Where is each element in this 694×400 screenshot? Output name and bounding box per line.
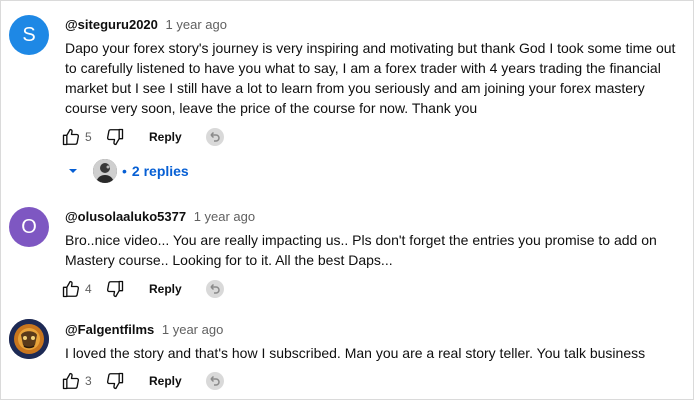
- reply-button[interactable]: Reply: [149, 130, 182, 144]
- timestamp[interactable]: 1 year ago: [166, 17, 227, 32]
- comment-actions: 4 Reply: [57, 277, 224, 301]
- reply-button[interactable]: Reply: [149, 282, 182, 296]
- comment-text: Dapo your forex story's journey is very …: [65, 40, 676, 116]
- thumbs-up-icon: [62, 372, 80, 390]
- reply-button[interactable]: Reply: [149, 374, 182, 388]
- replies-count[interactable]: 2 replies: [132, 163, 189, 179]
- thumbs-down-icon: [106, 280, 124, 298]
- like-count: 3: [85, 374, 92, 388]
- avatar[interactable]: S: [9, 15, 49, 55]
- avatar-image: [9, 319, 49, 359]
- creator-reply-icon[interactable]: [205, 280, 224, 298]
- dislike-button[interactable]: [101, 369, 129, 393]
- thumbs-down-icon: [106, 128, 124, 146]
- like-count: 5: [85, 130, 92, 144]
- creator-reply-icon[interactable]: [205, 128, 224, 146]
- like-button[interactable]: [57, 369, 85, 393]
- chevron-down-icon: [69, 169, 77, 173]
- like-button[interactable]: [57, 277, 85, 301]
- comment-actions: 3 Reply: [57, 369, 224, 393]
- timestamp[interactable]: 1 year ago: [162, 322, 223, 337]
- thumbs-down-icon: [106, 372, 124, 390]
- comment-actions: 5 Reply: [57, 125, 224, 149]
- dislike-button[interactable]: [101, 125, 129, 149]
- avatar-letter: S: [22, 23, 36, 46]
- replies-separator: •: [122, 163, 127, 179]
- creator-reply-icon[interactable]: [205, 372, 224, 390]
- avatar[interactable]: [9, 319, 49, 359]
- like-count: 4: [85, 282, 92, 296]
- comments-panel: S @siteguru2020 1 year ago Dapo your for…: [0, 0, 694, 400]
- thumbs-up-icon: [62, 280, 80, 298]
- avatar[interactable]: O: [9, 207, 49, 247]
- comment-text: Bro..nice video... You are really impact…: [65, 232, 657, 268]
- thumbs-up-icon: [62, 128, 80, 146]
- author-handle[interactable]: @Falgentfilms: [65, 322, 154, 337]
- avatar-letter: O: [21, 215, 37, 238]
- author-handle[interactable]: @siteguru2020: [65, 17, 158, 32]
- timestamp[interactable]: 1 year ago: [194, 209, 255, 224]
- dislike-button[interactable]: [101, 277, 129, 301]
- comment-text: I loved the story and that's how I subsc…: [65, 345, 646, 361]
- author-handle[interactable]: @olusolaaluko5377: [65, 209, 186, 224]
- reply-avatar: [93, 159, 117, 183]
- like-button[interactable]: [57, 125, 85, 149]
- view-replies-button[interactable]: • 2 replies: [65, 157, 189, 185]
